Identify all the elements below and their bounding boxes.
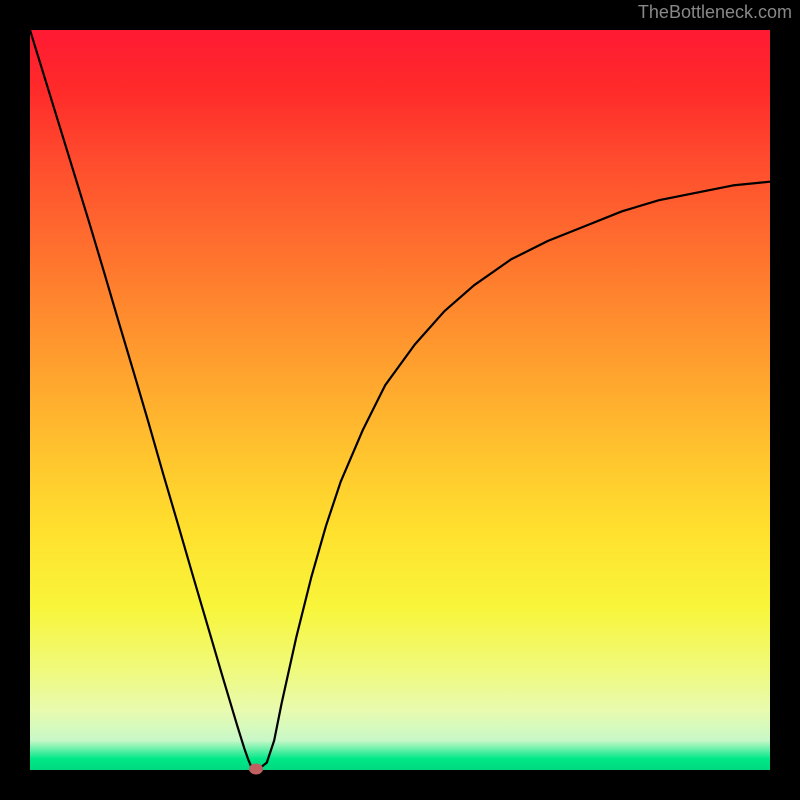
- chart-plot-area: [30, 30, 770, 770]
- chart-marker-dot: [249, 763, 263, 774]
- watermark-text: TheBottleneck.com: [638, 2, 792, 23]
- chart-curve: [30, 30, 770, 770]
